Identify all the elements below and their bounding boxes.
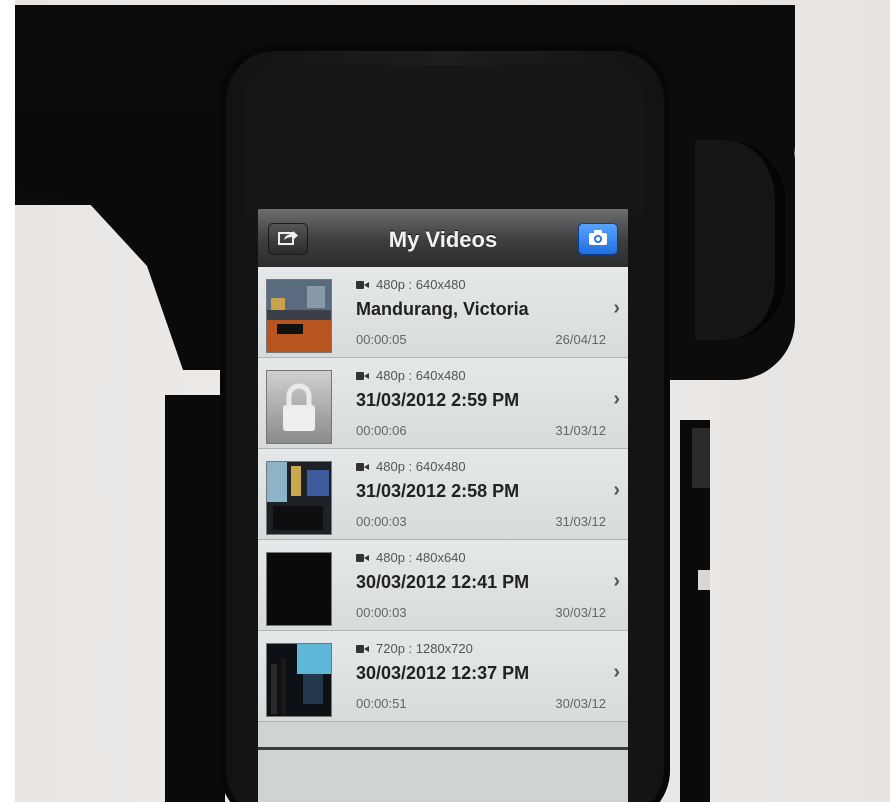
video-camera-icon bbox=[356, 644, 370, 654]
phone-top-bezel bbox=[245, 65, 645, 215]
resolution-text: 480p : 480x640 bbox=[376, 550, 466, 565]
video-camera-icon bbox=[356, 371, 370, 381]
camera-button[interactable] bbox=[578, 223, 618, 255]
mount-arm-left bbox=[15, 110, 255, 370]
video-thumbnail bbox=[266, 461, 332, 535]
bottom-toolbar bbox=[258, 747, 628, 802]
resolution-text: 720p : 1280x720 bbox=[376, 641, 473, 656]
phone-screen: My Videos 480p: 640x480 Mandurang, Vict… bbox=[258, 209, 628, 802]
video-title: 31/03/2012 2:59 PM bbox=[356, 390, 520, 410]
chevron-right-icon: › bbox=[613, 661, 620, 683]
photo-scene: My Videos 480p: 640x480 Mandurang, Vict… bbox=[15, 0, 890, 802]
video-date: 30/03/12 bbox=[555, 605, 606, 620]
clamp-notch bbox=[692, 428, 710, 488]
page-title: My Videos bbox=[388, 227, 498, 252]
video-resolution: 480p : 640x480 bbox=[356, 368, 466, 383]
camera-icon bbox=[587, 228, 609, 251]
list-item[interactable]: 720p : 1280x720 30/03/2012 12:37 PM 00:0… bbox=[258, 631, 628, 722]
list-item[interactable]: 480p : 480x640 30/03/2012 12:41 PM 00:00… bbox=[258, 540, 628, 631]
resolution-text: 480p : 640x480 bbox=[376, 368, 466, 383]
video-duration: 00:00:05 bbox=[356, 332, 407, 347]
video-camera-icon bbox=[356, 553, 370, 563]
video-duration: 00:00:03 bbox=[356, 605, 407, 620]
clamp-notch bbox=[698, 570, 710, 590]
list-item[interactable]: 480p : 640x480 Mandurang, Victoria 00:00… bbox=[258, 267, 628, 358]
chevron-right-icon: › bbox=[613, 388, 620, 410]
resolution-text: 480p : 640x480 bbox=[376, 277, 466, 292]
chevron-right-icon: › bbox=[613, 297, 620, 319]
video-duration: 00:00:51 bbox=[356, 696, 407, 711]
video-title: 30/03/2012 12:41 PM bbox=[356, 572, 530, 592]
video-title: Mandurang, Victoria bbox=[356, 299, 529, 319]
navigation-bar: My Videos bbox=[258, 209, 628, 268]
video-thumbnail bbox=[266, 370, 332, 444]
video-resolution: 480p : 640x480 bbox=[356, 277, 466, 292]
video-camera-icon bbox=[356, 280, 370, 290]
side-clamp-right bbox=[680, 420, 710, 802]
chevron-right-icon: › bbox=[613, 479, 620, 501]
video-title: 31/03/2012 2:58 PM bbox=[356, 481, 520, 501]
video-resolution: 480p : 480x640 bbox=[356, 550, 466, 565]
video-date: 31/03/12 bbox=[555, 514, 606, 529]
video-resolution: 480p : 640x480 bbox=[356, 459, 466, 474]
mount-ring bbox=[695, 140, 785, 340]
video-resolution: 720p : 1280x720 bbox=[356, 641, 473, 656]
list-item[interactable]: 480p : 640x480 31/03/2012 2:58 PM 00:00:… bbox=[258, 449, 628, 540]
video-list: 480p : 640x480 Mandurang, Victoria 00:00… bbox=[258, 267, 628, 722]
video-thumbnail bbox=[266, 552, 332, 626]
list-item[interactable]: 480p : 640x480 31/03/2012 2:59 PM 00:00:… bbox=[258, 358, 628, 449]
video-title: 30/03/2012 12:37 PM bbox=[356, 663, 530, 683]
side-clamp-left bbox=[165, 395, 225, 802]
chevron-right-icon: › bbox=[613, 570, 620, 592]
video-date: 31/03/12 bbox=[555, 423, 606, 438]
resolution-text: 480p : 640x480 bbox=[376, 459, 466, 474]
video-camera-icon bbox=[356, 462, 370, 472]
video-duration: 00:00:03 bbox=[356, 514, 407, 529]
video-thumbnail bbox=[266, 279, 332, 353]
video-date: 26/04/12 bbox=[555, 332, 606, 347]
video-date: 30/03/12 bbox=[555, 696, 606, 711]
video-duration: 00:00:06 bbox=[356, 423, 407, 438]
video-thumbnail bbox=[266, 643, 332, 717]
